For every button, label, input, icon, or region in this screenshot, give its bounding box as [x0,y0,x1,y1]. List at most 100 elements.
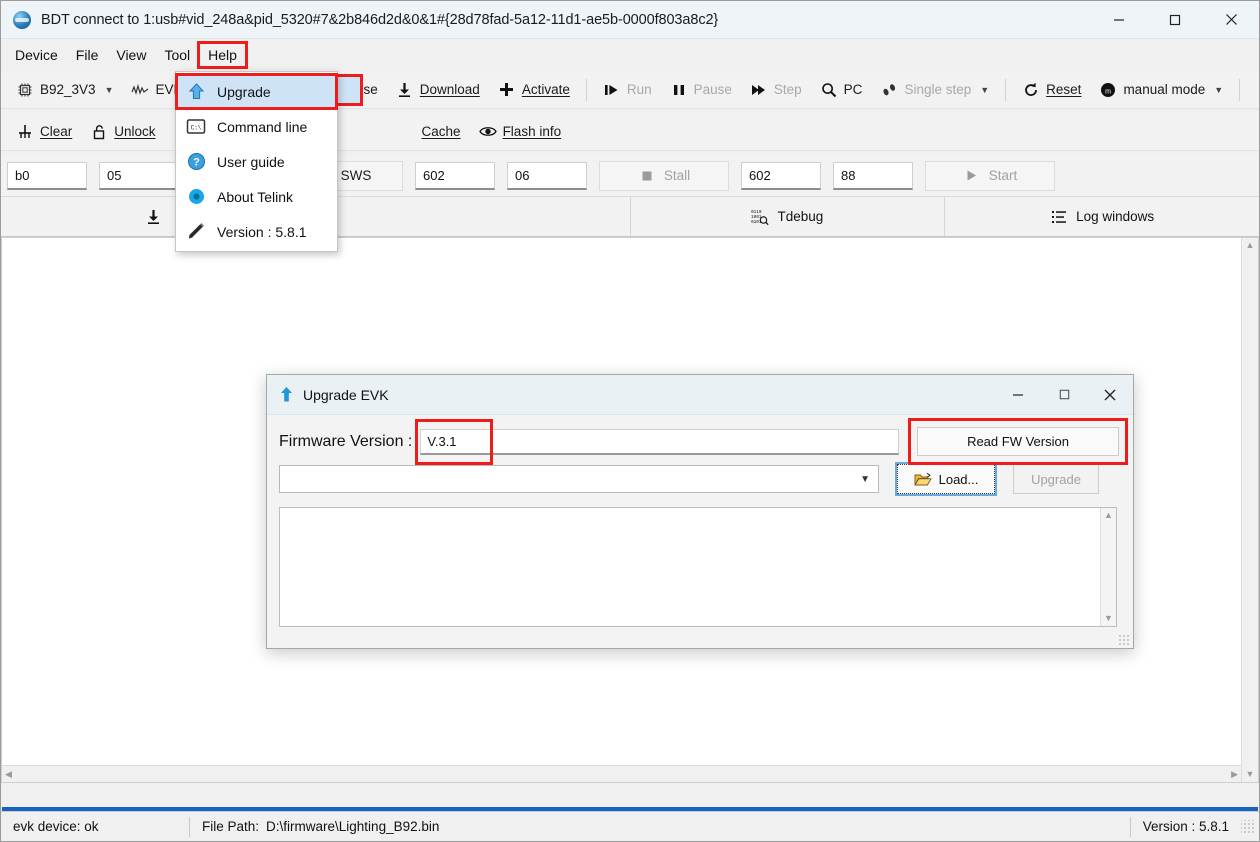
toolbar-download-button[interactable]: Download [387,75,489,105]
load-button-label: Load... [938,471,979,487]
stall-button[interactable]: Stall [599,160,729,191]
val-field-2[interactable]: 88 [833,161,913,190]
sws-button-label: SWS [340,168,372,183]
toolbar-chip-selector[interactable]: B92_3V3 ▼ [7,75,122,105]
tab-tdebug[interactable]: 0110 1001 0101 Tdebug [630,197,946,236]
freq-field-1[interactable]: 602 [415,161,495,190]
scroll-right-arrow-icon[interactable]: ▶ [1231,769,1238,779]
download-arrow-icon [145,208,163,226]
reset-circular-arrow-icon [1022,81,1040,99]
menu-option-command-line-label: Command line [217,118,308,135]
clear-icon [16,123,34,141]
stall-button-label: Stall [663,168,691,183]
close-button[interactable] [1203,1,1259,39]
toolbar-erase-label: se [363,82,378,97]
scroll-down-arrow-icon[interactable]: ▼ [1104,614,1113,623]
pause-icon [670,81,688,99]
read-fw-version-button[interactable]: Read FW Version [917,427,1119,456]
menu-option-about-telink-label: About Telink [217,188,294,205]
read-fw-wrap: Read FW Version [908,418,1128,465]
toolbar-download-label: Download [419,82,480,97]
step-forward-icon [750,81,768,99]
status-device: evk device: ok [13,819,99,834]
firmware-version-label: Firmware Version : [279,432,413,450]
firmware-version-input[interactable]: V.3.1 [420,428,899,455]
toolbar-chip-label: B92_3V3 [40,82,96,97]
toolbar-reset-button[interactable]: Reset [1013,75,1090,105]
menu-option-version[interactable]: Version : 5.8.1 [176,214,337,249]
stop-square-icon [638,167,656,185]
chevron-down-icon[interactable]: ▼ [860,474,870,485]
toolbar-cache-button[interactable]: Cache [413,117,470,147]
telink-logo-icon [186,187,206,207]
toolbar-pc-label: PC [843,82,863,97]
freq-field-2[interactable]: 602 [741,161,821,190]
toolbar-step-button[interactable]: Step [741,75,811,105]
chevron-down-icon[interactable]: ▼ [980,85,989,95]
menu-bar: Device File View Tool Help [1,39,1259,71]
toolbar-single-step-button[interactable]: Single step ▼ [871,75,998,105]
val-field-1[interactable]: 06 [507,161,587,190]
padlock-open-icon [90,123,108,141]
toolbar-pc-button[interactable]: PC [811,75,872,105]
dialog-close-button[interactable] [1087,375,1133,415]
scroll-up-arrow-icon[interactable]: ▲ [1246,241,1255,250]
menu-option-user-guide[interactable]: ? User guide [176,144,337,179]
dialog-minimize-button[interactable] [995,375,1041,415]
upgrade-arrow-icon [186,82,206,102]
toolbar-pause-button[interactable]: Pause [661,75,741,105]
tab-log-windows-label: Log windows [1076,209,1155,224]
svg-text:C:\: C:\ [191,125,202,132]
scroll-left-arrow-icon[interactable]: ◀ [5,769,12,779]
dialog-log-scrollbar[interactable]: ▲ ▼ [1100,508,1116,626]
menu-item-device[interactable]: Device [6,43,67,67]
upgrade-button[interactable]: Upgrade [1013,464,1099,494]
toolbar-reset-label: Reset [1046,82,1082,97]
firmware-file-combobox[interactable]: ▼ [279,465,879,493]
toolbar-cache-label: Cache [421,124,461,139]
resize-grip-icon[interactable] [1241,819,1255,834]
scroll-down-arrow-icon[interactable]: ▼ [1246,770,1255,779]
waveform-icon [131,81,149,99]
chevron-down-icon[interactable]: ▼ [105,85,114,95]
chevron-down-icon[interactable]: ▼ [1214,85,1223,95]
toolbar-flash-info-button[interactable]: Flash info [470,117,571,147]
minimize-button[interactable] [1091,1,1147,39]
menu-option-version-label: Version : 5.8.1 [217,223,307,240]
toolbar-run-button[interactable]: Run [594,75,661,105]
menu-option-upgrade[interactable]: Upgrade [175,73,338,110]
footsteps-icon [880,81,898,99]
telink-globe-icon [13,10,31,29]
toolbar-unlock-button[interactable]: Unlock [81,117,164,147]
tab-log-windows[interactable]: Log windows [945,197,1259,236]
dialog-log-text [280,508,1116,516]
menu-item-view[interactable]: View [107,43,155,67]
dialog-resize-grip-icon[interactable] [1118,634,1130,646]
toolbar-mode-selector[interactable]: m manual mode ▼ [1090,75,1232,105]
menu-item-tool[interactable]: Tool [155,43,199,67]
toolbar-erase-button-clipped[interactable]: se [362,75,387,105]
menu-option-about-telink[interactable]: About Telink [176,179,337,214]
addr-field-1[interactable]: b0 [7,161,87,190]
scroll-up-arrow-icon[interactable]: ▲ [1104,511,1113,520]
dialog-maximize-button[interactable] [1041,375,1087,415]
telink-logo-icon: m [1099,81,1117,99]
menu-item-help[interactable]: Help [197,41,248,69]
maximize-button[interactable] [1147,1,1203,39]
help-dropdown-menu: Upgrade C:\ Command line ? User guide Ab… [175,71,338,252]
tab-secondary[interactable] [315,197,631,236]
dialog-title-bar: Upgrade EVK [267,375,1133,415]
menu-option-command-line[interactable]: C:\ Command line [176,109,337,144]
len-field-1[interactable]: 05 [99,161,179,190]
toolbar-activate-button[interactable]: Activate [489,75,579,105]
load-button[interactable]: Load... [897,464,995,494]
content-horizontal-scrollbar[interactable]: ◀ ▶ [2,765,1241,782]
content-vertical-scrollbar[interactable]: ▲ ▼ [1241,238,1258,782]
dialog-log-area[interactable]: ▲ ▼ [279,507,1117,627]
start-button[interactable]: Start [925,160,1055,191]
toolbar-single-step-label: Single step [904,82,972,97]
toolbar-clear-button[interactable]: Clear [7,117,81,147]
pencil-icon [186,222,206,242]
plus-icon [498,81,516,99]
menu-item-file[interactable]: File [67,43,108,67]
